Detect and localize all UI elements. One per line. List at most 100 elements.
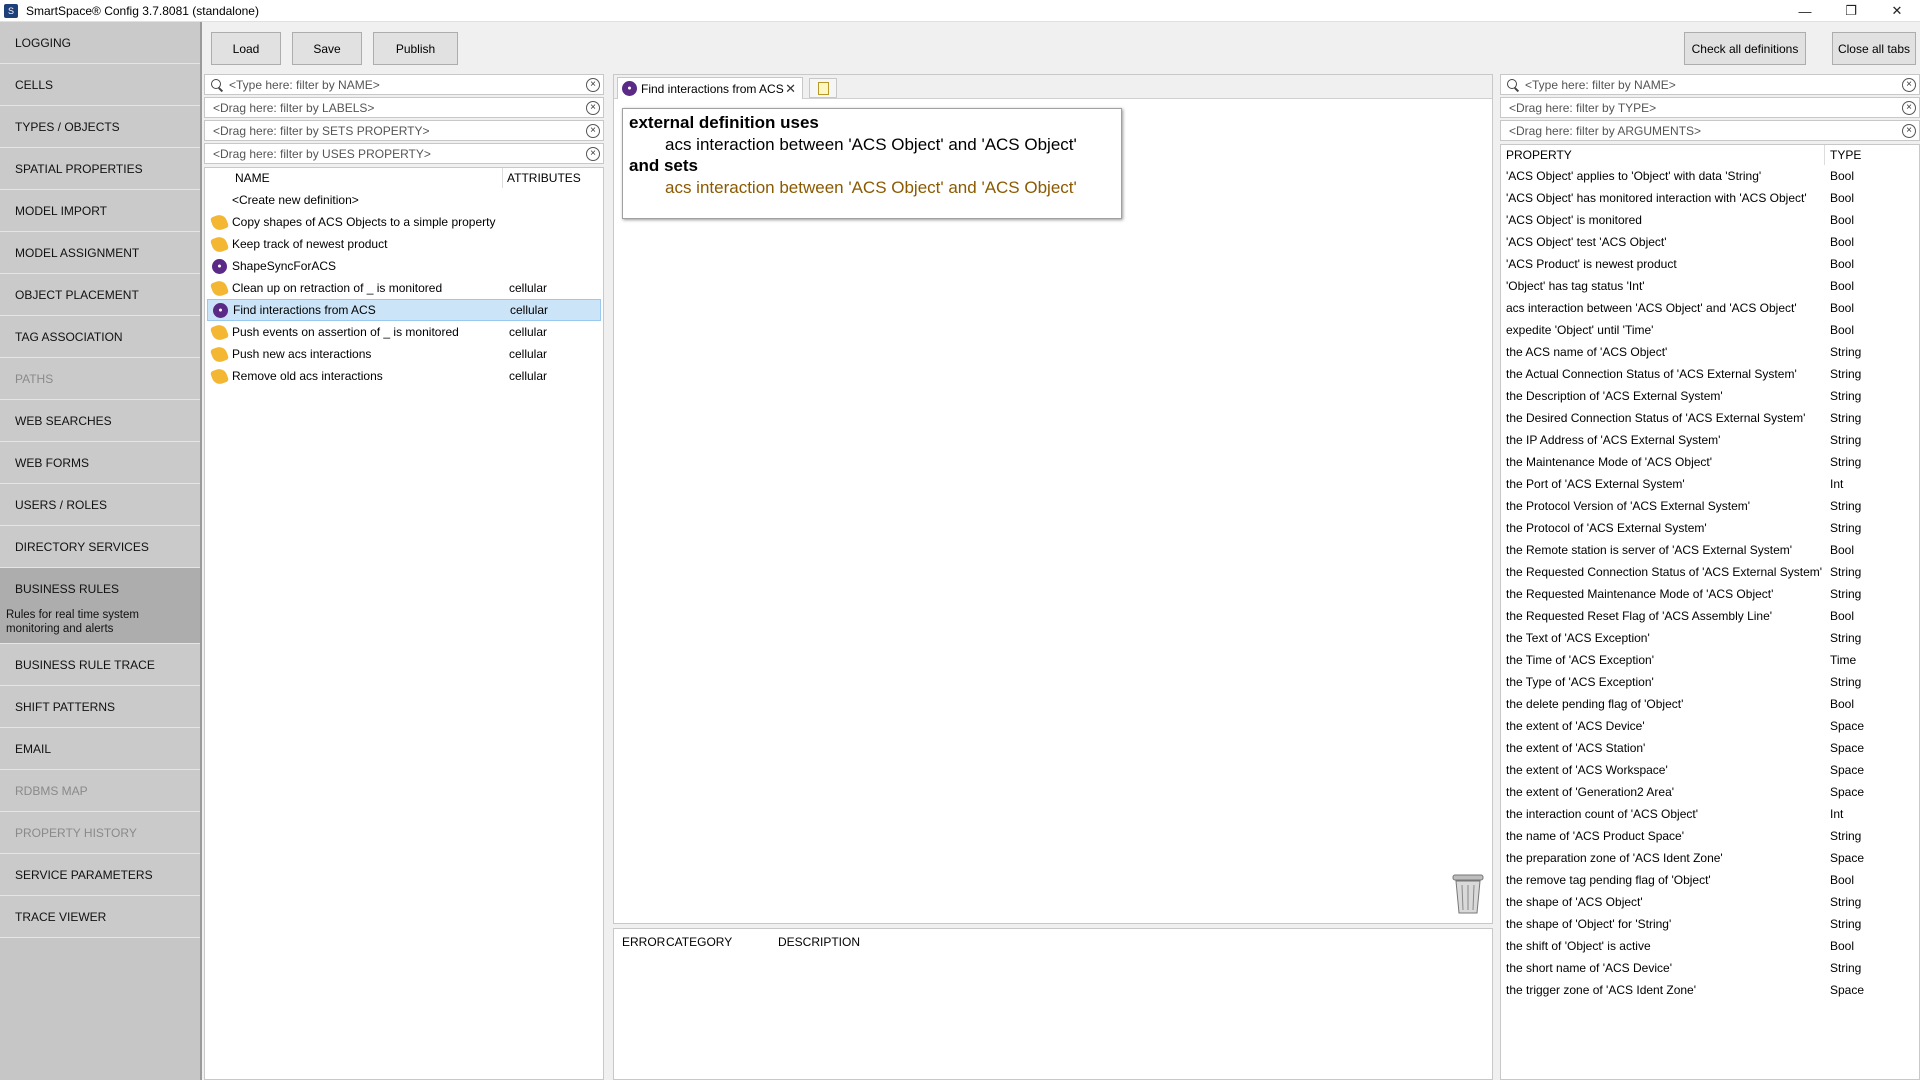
property-row[interactable]: the remove tag pending flag of 'Object' B… bbox=[1501, 869, 1919, 891]
property-row[interactable]: the trigger zone of 'ACS Ident Zone' Spac… bbox=[1501, 979, 1919, 1001]
property-row[interactable]: 'ACS Object' has monitored interaction w… bbox=[1501, 187, 1919, 209]
nav-item-business-rules[interactable]: BUSINESS RULES Rules for real time system… bbox=[0, 568, 200, 644]
property-row[interactable]: the preparation zone of 'ACS Ident Zone'… bbox=[1501, 847, 1919, 869]
property-row[interactable]: the Maintenance Mode of 'ACS Object' Stri… bbox=[1501, 451, 1919, 473]
property-row[interactable]: the IP Address of 'ACS External System' S… bbox=[1501, 429, 1919, 451]
property-row[interactable]: the Description of 'ACS External System'… bbox=[1501, 385, 1919, 407]
property-row[interactable]: the Requested Reset Flag of 'ACS Assembl… bbox=[1501, 605, 1919, 627]
sets-property[interactable]: acs interaction between 'ACS Object' and… bbox=[629, 177, 1115, 199]
minimize-button[interactable]: — bbox=[1782, 0, 1828, 22]
trash-icon[interactable] bbox=[1450, 871, 1486, 915]
new-tab-button[interactable] bbox=[809, 78, 837, 98]
property-row[interactable]: the ACS name of 'ACS Object' String bbox=[1501, 341, 1919, 363]
column-header-name[interactable]: NAME bbox=[235, 168, 270, 188]
clear-icon[interactable]: × bbox=[1902, 101, 1916, 115]
nav-item-types-objects[interactable]: TYPES / OBJECTS bbox=[0, 106, 200, 148]
nav-item-trace-viewer[interactable]: TRACE VIEWER bbox=[0, 896, 200, 938]
property-row[interactable]: the interaction count of 'ACS Object' Int bbox=[1501, 803, 1919, 825]
nav-item-web-searches[interactable]: WEB SEARCHES bbox=[0, 400, 200, 442]
clear-icon[interactable]: × bbox=[1902, 78, 1916, 92]
load-button[interactable]: Load bbox=[211, 32, 281, 65]
nav-item-business-rule-trace[interactable]: BUSINESS RULE TRACE bbox=[0, 644, 200, 686]
save-button[interactable]: Save bbox=[292, 32, 362, 65]
property-row[interactable]: the Type of 'ACS Exception' String bbox=[1501, 671, 1919, 693]
close-button[interactable]: ✕ bbox=[1874, 0, 1920, 22]
definition-row[interactable]: Push events on assertion of _ is monitor… bbox=[207, 321, 601, 343]
nav-item-web-forms[interactable]: WEB FORMS bbox=[0, 442, 200, 484]
property-row[interactable]: the short name of 'ACS Device' String bbox=[1501, 957, 1919, 979]
property-row[interactable]: the extent of 'ACS Device' Space bbox=[1501, 715, 1919, 737]
labels-filter-input[interactable]: <Drag here: filter by LABELS> × bbox=[204, 97, 604, 118]
column-header-attributes[interactable]: ATTRIBUTES bbox=[507, 168, 581, 188]
column-header-error[interactable]: ERROR bbox=[622, 935, 665, 949]
clear-icon[interactable]: × bbox=[586, 124, 600, 138]
check-all-definitions-button[interactable]: Check all definitions bbox=[1684, 32, 1806, 65]
definition-row[interactable]: Copy shapes of ACS Objects to a simple p… bbox=[207, 211, 601, 233]
uses-filter-input[interactable]: <Drag here: filter by USES PROPERTY> × bbox=[204, 143, 604, 164]
close-all-tabs-button[interactable]: Close all tabs bbox=[1832, 32, 1916, 65]
property-row[interactable]: the Port of 'ACS External System' Int bbox=[1501, 473, 1919, 495]
property-row[interactable]: 'Object' has tag status 'Int' Bool bbox=[1501, 275, 1919, 297]
nav-item-shift-patterns[interactable]: SHIFT PATTERNS bbox=[0, 686, 200, 728]
nav-item-object-placement[interactable]: OBJECT PLACEMENT bbox=[0, 274, 200, 316]
property-row[interactable]: the extent of 'ACS Workspace' Space bbox=[1501, 759, 1919, 781]
clear-icon[interactable]: × bbox=[1902, 124, 1916, 138]
clear-icon[interactable]: × bbox=[586, 101, 600, 115]
property-row[interactable]: the Remote station is server of 'ACS Ext… bbox=[1501, 539, 1919, 561]
close-tab-icon[interactable]: ✕ bbox=[785, 81, 796, 97]
clear-icon[interactable]: × bbox=[586, 78, 600, 92]
name-filter-input[interactable]: <Type here: filter by NAME> × bbox=[204, 74, 604, 95]
definition-row[interactable]: ● ShapeSyncForACS bbox=[207, 255, 601, 277]
property-row[interactable]: the delete pending flag of 'Object' Bool bbox=[1501, 693, 1919, 715]
property-row[interactable]: the extent of 'ACS Station' Space bbox=[1501, 737, 1919, 759]
column-header-description[interactable]: DESCRIPTION bbox=[778, 935, 860, 949]
definition-row[interactable]: Push new acs interactions cellular bbox=[207, 343, 601, 365]
property-row[interactable]: the shape of 'ACS Object' String bbox=[1501, 891, 1919, 913]
maximize-button[interactable]: ❐ bbox=[1828, 0, 1874, 22]
create-new-definition[interactable]: <Create new definition> bbox=[207, 189, 601, 211]
publish-button[interactable]: Publish bbox=[373, 32, 458, 65]
nav-item-directory-services[interactable]: DIRECTORY SERVICES bbox=[0, 526, 200, 568]
nav-item-model-import[interactable]: MODEL IMPORT bbox=[0, 190, 200, 232]
column-header-property[interactable]: PROPERTY bbox=[1506, 148, 1572, 162]
definition-box[interactable]: external definition uses acs interaction… bbox=[622, 108, 1122, 219]
type-filter-input[interactable]: <Drag here: filter by TYPE> × bbox=[1500, 97, 1920, 118]
nav-item-users-roles[interactable]: USERS / ROLES bbox=[0, 484, 200, 526]
property-row[interactable]: the extent of 'Generation2 Area' Space bbox=[1501, 781, 1919, 803]
nav-item-cells[interactable]: CELLS bbox=[0, 64, 200, 106]
definition-row[interactable]: Keep track of newest product bbox=[207, 233, 601, 255]
nav-item-email[interactable]: EMAIL bbox=[0, 728, 200, 770]
clear-icon[interactable]: × bbox=[586, 147, 600, 161]
property-row[interactable]: the Time of 'ACS Exception' Time bbox=[1501, 649, 1919, 671]
definition-row[interactable]: ● Find interactions from ACS cellular bbox=[207, 299, 601, 321]
property-name-filter-input[interactable]: <Type here: filter by NAME> × bbox=[1500, 74, 1920, 95]
property-row[interactable]: 'ACS Object' is monitored Bool bbox=[1501, 209, 1919, 231]
property-row[interactable]: the Actual Connection Status of 'ACS Ext… bbox=[1501, 363, 1919, 385]
sets-filter-input[interactable]: <Drag here: filter by SETS PROPERTY> × bbox=[204, 120, 604, 141]
tab-find-interactions[interactable]: ● Find interactions from ACS ✕ bbox=[617, 77, 803, 99]
property-row[interactable]: 'ACS Object' test 'ACS Object' Bool bbox=[1501, 231, 1919, 253]
nav-item-tag-association[interactable]: TAG ASSOCIATION bbox=[0, 316, 200, 358]
property-row[interactable]: the Protocol Version of 'ACS External Sy… bbox=[1501, 495, 1919, 517]
definition-row[interactable]: Clean up on retraction of _ is monitored… bbox=[207, 277, 601, 299]
property-row[interactable]: the shift of 'Object' is active Bool bbox=[1501, 935, 1919, 957]
definition-row[interactable]: Remove old acs interactions cellular bbox=[207, 365, 601, 387]
property-row[interactable]: the Requested Maintenance Mode of 'ACS O… bbox=[1501, 583, 1919, 605]
property-row[interactable]: 'ACS Product' is newest product Bool bbox=[1501, 253, 1919, 275]
nav-item-logging[interactable]: LOGGING bbox=[0, 22, 200, 64]
nav-item-service-parameters[interactable]: SERVICE PARAMETERS bbox=[0, 854, 200, 896]
uses-property[interactable]: acs interaction between 'ACS Object' and… bbox=[629, 134, 1115, 156]
property-row[interactable]: the Requested Connection Status of 'ACS … bbox=[1501, 561, 1919, 583]
nav-item-spatial-properties[interactable]: SPATIAL PROPERTIES bbox=[0, 148, 200, 190]
column-header-type[interactable]: TYPE bbox=[1830, 148, 1861, 162]
property-row[interactable]: expedite 'Object' until 'Time' Bool bbox=[1501, 319, 1919, 341]
nav-item-model-assignment[interactable]: MODEL ASSIGNMENT bbox=[0, 232, 200, 274]
property-row[interactable]: acs interaction between 'ACS Object' and… bbox=[1501, 297, 1919, 319]
property-row[interactable]: the name of 'ACS Product Space' String bbox=[1501, 825, 1919, 847]
property-row[interactable]: 'ACS Object' applies to 'Object' with da… bbox=[1501, 165, 1919, 187]
property-row[interactable]: the shape of 'Object' for 'String' String bbox=[1501, 913, 1919, 935]
property-row[interactable]: the Text of 'ACS Exception' String bbox=[1501, 627, 1919, 649]
property-row[interactable]: the Desired Connection Status of 'ACS Ex… bbox=[1501, 407, 1919, 429]
property-row[interactable]: the Protocol of 'ACS External System' Str… bbox=[1501, 517, 1919, 539]
arguments-filter-input[interactable]: <Drag here: filter by ARGUMENTS> × bbox=[1500, 120, 1920, 141]
